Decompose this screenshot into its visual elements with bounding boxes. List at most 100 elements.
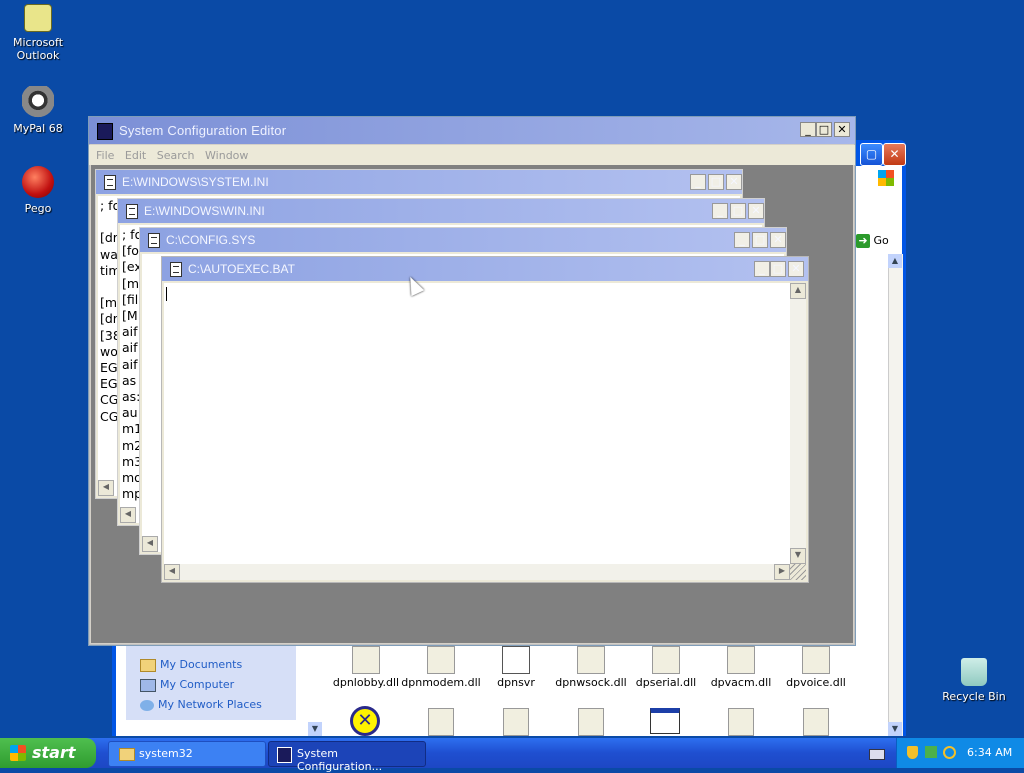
resize-grip-icon[interactable]: [790, 564, 806, 580]
scroll-left-icon[interactable]: ◀: [120, 507, 136, 523]
child-title: C:\AUTOEXEC.BAT: [188, 262, 295, 276]
taskbar: start system32 System Configuration... 6…: [0, 738, 1024, 773]
child-title: E:\WINDOWS\WIN.INI: [144, 204, 265, 218]
desktop-icon-outlook[interactable]: Microsoft Outlook: [0, 4, 76, 62]
mypal-raccoon-icon: [22, 86, 54, 118]
child-titlebar[interactable]: E:\WINDOWS\SYSTEM.INI _ □ ✕: [96, 170, 742, 194]
file-item[interactable]: dpnwsock.dll: [551, 646, 631, 689]
maximize-button[interactable]: □: [708, 174, 724, 190]
folder-icon: [119, 748, 135, 761]
horizontal-scrollbar[interactable]: ◀ ▶: [164, 564, 790, 580]
minimize-button[interactable]: _: [712, 203, 728, 219]
document-icon: [104, 175, 116, 190]
file-label: dpnwsock.dll: [555, 676, 627, 689]
place-my-documents[interactable]: My Documents: [140, 658, 242, 672]
search-tray-icon[interactable]: [943, 746, 956, 759]
file-item[interactable]: dpvacm.dll: [701, 646, 781, 689]
outlook-icon: [24, 4, 52, 32]
maximize-button[interactable]: □: [752, 232, 768, 248]
scroll-up-icon[interactable]: ▲: [790, 283, 806, 299]
dll-gear-icon: [727, 646, 755, 674]
menu-window[interactable]: Window: [205, 149, 248, 162]
x-app-icon[interactable]: ✕: [350, 706, 380, 736]
taskbar-item-label: System Configuration...: [297, 747, 383, 773]
other-places-pane: My Documents My Computer My Network Plac…: [126, 644, 296, 720]
minimize-button[interactable]: _: [800, 122, 816, 137]
close-button[interactable]: ✕: [726, 174, 742, 190]
menu-file[interactable]: File: [96, 149, 114, 162]
child-titlebar[interactable]: E:\WINDOWS\WIN.INI _ □ ✕: [118, 199, 764, 223]
desktop-icon-mypal[interactable]: MyPal 68: [0, 86, 76, 135]
file-label: dpvoice.dll: [786, 676, 846, 689]
network-tray-icon[interactable]: [925, 746, 937, 758]
close-button[interactable]: ✕: [788, 261, 804, 277]
close-button[interactable]: ✕: [770, 232, 786, 248]
close-button[interactable]: ✕: [834, 122, 850, 137]
place-label: My Computer: [160, 678, 235, 691]
dll-gear-icon[interactable]: [728, 708, 754, 736]
scroll-up-icon[interactable]: ▲: [888, 254, 902, 268]
scroll-down-icon[interactable]: ▼: [888, 722, 902, 736]
taskbar-item-sysedit[interactable]: System Configuration...: [268, 741, 426, 773]
file-item[interactable]: dpnlobby.dll: [326, 646, 406, 689]
start-button[interactable]: start: [0, 738, 96, 768]
maximize-button[interactable]: □: [770, 261, 786, 277]
file-label: dpnmodem.dll: [401, 676, 481, 689]
vertical-scrollbar[interactable]: [888, 254, 903, 736]
recycle-bin-icon: [961, 658, 987, 686]
desktop-icon-recycle-bin[interactable]: Recycle Bin: [936, 658, 1012, 703]
file-item[interactable]: dpvoice.dll: [776, 646, 856, 689]
keyboard-icon[interactable]: [869, 749, 885, 760]
folder-icon: [140, 658, 156, 672]
dll-gear-icon: [802, 646, 830, 674]
go-arrow-icon: ➜: [856, 234, 870, 248]
window-app-icon[interactable]: [650, 708, 680, 734]
sysedit-app-icon: [97, 123, 113, 140]
menu-search[interactable]: Search: [157, 149, 195, 162]
menu-edit[interactable]: Edit: [125, 149, 146, 162]
text-editor-area[interactable]: ▲ ▼ ◀ ▶: [164, 283, 806, 580]
vertical-scrollbar[interactable]: ▲ ▼: [790, 283, 806, 564]
desktop-icon-pego[interactable]: Pego: [0, 166, 76, 215]
computer-icon: [140, 678, 156, 692]
pego-icon: [22, 166, 54, 198]
minimize-button[interactable]: _: [734, 232, 750, 248]
place-my-computer[interactable]: My Computer: [140, 678, 234, 692]
window-title: System Configuration Editor: [119, 123, 287, 138]
dll-gear-icon[interactable]: [803, 708, 829, 736]
security-shield-icon[interactable]: [907, 746, 918, 759]
sysedit-app-icon: [277, 747, 292, 763]
file-label: dpnlobby.dll: [332, 676, 400, 689]
child-titlebar[interactable]: C:\CONFIG.SYS _ □ ✕: [140, 228, 786, 252]
maximize-button[interactable]: □: [730, 203, 746, 219]
file-label: dpvacm.dll: [710, 676, 772, 689]
taskbar-item-system32[interactable]: system32: [108, 741, 266, 767]
file-item[interactable]: dpserial.dll: [626, 646, 706, 689]
scroll-left-icon[interactable]: ◀: [142, 536, 158, 552]
document-icon: [170, 262, 182, 277]
go-button[interactable]: ➜ Go: [856, 234, 908, 252]
desktop-icon-label-2: Outlook: [16, 49, 60, 62]
dll-gear-icon[interactable]: [503, 708, 529, 736]
dll-gear-icon[interactable]: [428, 708, 454, 736]
scroll-left-icon[interactable]: ◀: [98, 480, 114, 496]
sysedit-titlebar[interactable]: System Configuration Editor _ □ ✕: [89, 117, 855, 144]
file-item[interactable]: dpnsvr: [476, 646, 556, 689]
minimize-button[interactable]: _: [690, 174, 706, 190]
minimize-button[interactable]: _: [754, 261, 770, 277]
child-titlebar[interactable]: C:\AUTOEXEC.BAT _ □ ✕: [162, 257, 808, 281]
maximize-button[interactable]: □: [816, 122, 832, 137]
scroll-down-icon[interactable]: ▼: [790, 548, 806, 564]
desktop-icon-label: Recycle Bin: [942, 690, 1006, 703]
scroll-left-icon[interactable]: ◀: [164, 564, 180, 580]
dll-gear-icon[interactable]: [578, 708, 604, 736]
scroll-right-icon[interactable]: ▶: [774, 564, 790, 580]
close-button[interactable]: ✕: [883, 143, 906, 166]
place-my-network-places[interactable]: My Network Places: [140, 698, 262, 711]
left-scroll-down-icon[interactable]: ▼: [308, 722, 322, 736]
place-label: My Network Places: [158, 698, 262, 711]
file-item[interactable]: dpnmodem.dll: [401, 646, 481, 689]
child-window-autoexec-bat[interactable]: C:\AUTOEXEC.BAT _ □ ✕ ▲ ▼ ◀ ▶: [161, 256, 809, 583]
close-button[interactable]: ✕: [748, 203, 764, 219]
maximize-button[interactable]: ▢: [860, 143, 883, 166]
